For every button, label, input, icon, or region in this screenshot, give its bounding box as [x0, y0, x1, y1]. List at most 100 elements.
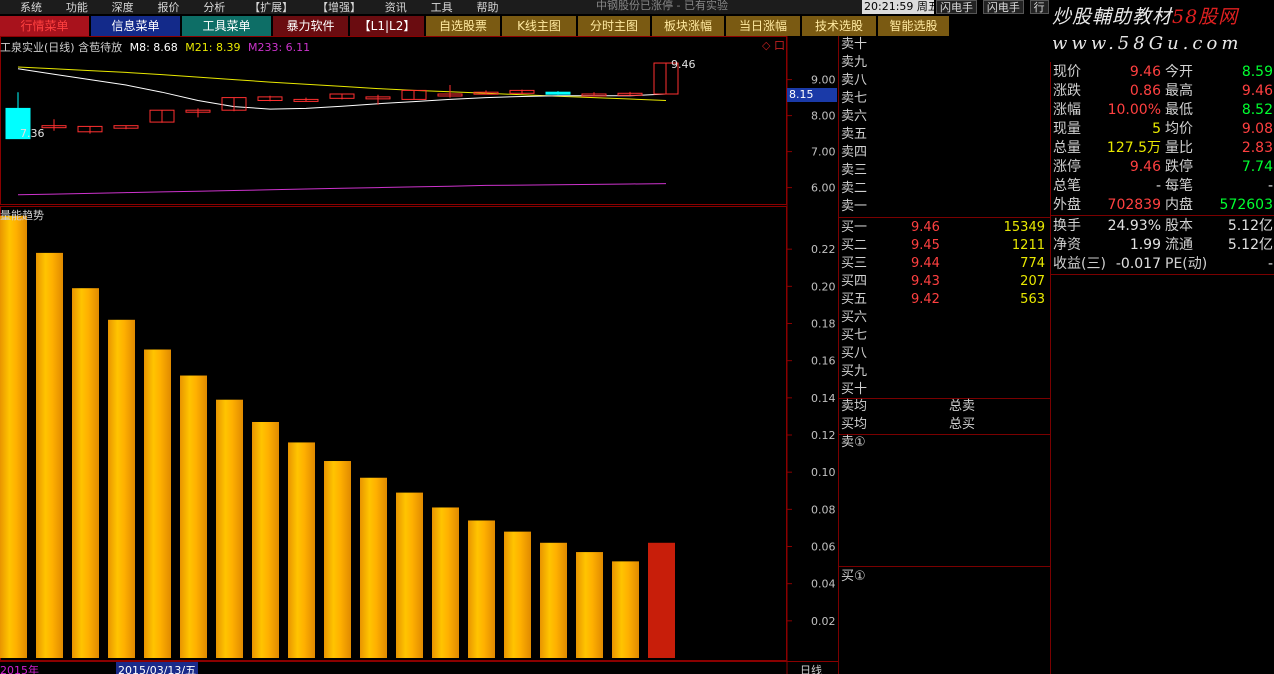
quote-label: 量比: [1165, 140, 1193, 156]
menu-depth[interactable]: 深度: [112, 2, 134, 14]
quote-value: -: [1155, 178, 1161, 194]
more-button[interactable]: 行: [1029, 0, 1049, 14]
kline-and-volume-chart[interactable]: 6.00 7.00 8.00 9.00 0.02 0.04 0.06 0.08 0.10 0.12…: [0, 36, 838, 674]
toolbar-button-1[interactable]: 信息菜单: [91, 16, 181, 36]
buy-level-row[interactable]: 买四 9.43 207: [839, 273, 1051, 291]
sell-level-row[interactable]: 卖一: [839, 198, 1051, 216]
volume-trend-bar: [648, 542, 675, 658]
menu-analysis[interactable]: 分析: [203, 2, 225, 14]
menu-help[interactable]: 帮助: [476, 2, 498, 14]
sell-queue-row[interactable]: 卖①: [839, 434, 1051, 452]
low-price-label: 7.36: [20, 127, 45, 140]
flash-trade-button-1[interactable]: 闪电手: [936, 0, 977, 14]
volume-axis-tick-label: 0.04: [811, 578, 836, 591]
quote-value: -: [1267, 256, 1273, 272]
menu-tools[interactable]: 工具: [431, 2, 453, 14]
quote-label: 涨跌: [1053, 83, 1081, 99]
quote-label: 最低: [1165, 102, 1193, 118]
sell-level-row[interactable]: 卖八: [839, 72, 1051, 90]
order-level-label: 买二: [841, 238, 868, 253]
quote-row: 外盘 702839 内盘 572603: [1051, 196, 1274, 215]
flash-trade-button-2[interactable]: 闪电手: [982, 0, 1024, 14]
sell-level-row[interactable]: 卖三: [839, 162, 1051, 180]
buy-level-row[interactable]: 买七: [839, 327, 1051, 345]
order-volume: 563: [1020, 292, 1045, 307]
window-title: 中钢股份已涨停 - 已有实验: [596, 0, 728, 12]
sell-level-row[interactable]: 卖四: [839, 144, 1051, 162]
ma233-label: M233: 6.11: [247, 41, 311, 54]
toolbar-button-9[interactable]: 当日涨幅: [726, 16, 801, 36]
volume-trend-bar: [288, 442, 315, 658]
toolbar-button-2[interactable]: 工具菜单: [182, 16, 272, 36]
quote-label: 涨幅: [1053, 102, 1081, 118]
period-label[interactable]: 日线: [800, 662, 822, 674]
buy-queue-row[interactable]: 买①: [839, 568, 1051, 586]
buy-level-row[interactable]: 买九: [839, 363, 1051, 381]
order-level-label: 卖七: [841, 91, 868, 106]
sell-level-row[interactable]: 卖六: [839, 108, 1051, 126]
panel-icons[interactable]: ◇ 口: [762, 37, 785, 53]
toolbar-button-10[interactable]: 技术选股: [802, 16, 877, 36]
menu-extend[interactable]: 【扩展】: [249, 2, 293, 14]
sell-level-row[interactable]: 卖二: [839, 180, 1051, 198]
top-right-buttons: 闪电手 闪电手 行: [936, 0, 1051, 14]
toolbar-button-0[interactable]: 行情菜单: [0, 16, 90, 36]
quote-value: 9.46: [1241, 83, 1273, 99]
quote-label: 总笔: [1053, 178, 1081, 194]
price-axis-tick-label: 6.00: [811, 182, 836, 195]
buy-level-row[interactable]: 买八: [839, 345, 1051, 363]
sell-level-row[interactable]: 卖九: [839, 54, 1051, 72]
sell-level-row[interactable]: 卖七: [839, 90, 1051, 108]
toolbar-button-5[interactable]: 自选股票: [426, 16, 501, 36]
menu-enhance[interactable]: 【增强】: [317, 2, 361, 14]
buy-queue-label: 买①: [841, 569, 866, 584]
volume-trend-bar: [468, 520, 495, 658]
order-level-label: 买均: [841, 417, 868, 432]
quote-label: 每笔: [1165, 178, 1193, 194]
menu-news[interactable]: 资讯: [385, 2, 407, 14]
volume-axis-tick-label: 0.08: [811, 503, 836, 516]
buy-level-row[interactable]: 买六: [839, 309, 1051, 327]
toolbar-button-6[interactable]: K线主图: [502, 16, 577, 36]
order-volume: 207: [1020, 274, 1045, 289]
quote-value: 9.46: [1129, 64, 1161, 80]
buy-level-row[interactable]: 买五 9.42 563: [839, 291, 1051, 309]
buy-level-row[interactable]: 买十: [839, 381, 1051, 399]
quote-divider: [1051, 274, 1274, 275]
sell-level-row[interactable]: 卖十: [839, 36, 1051, 54]
menu-system[interactable]: 系统: [20, 2, 42, 14]
quote-row: 涨停 9.46 跌停 7.74: [1051, 158, 1274, 177]
quote-value: 5.12亿: [1227, 237, 1273, 253]
toolbar-button-4[interactable]: 【L1|L2】: [350, 16, 425, 36]
quote-row: 收益(三) -0.017 PE(动) -: [1051, 255, 1274, 274]
order-level-label: 卖十: [841, 37, 868, 52]
quote-value: 10.00%: [1107, 102, 1161, 118]
volume-trend-bar: [612, 561, 639, 658]
toolbar-button-7[interactable]: 分时主图: [578, 16, 651, 36]
quote-label: 跌停: [1165, 159, 1193, 175]
chart-area[interactable]: 6.00 7.00 8.00 9.00 0.02 0.04 0.06 0.08 0.10 0.12…: [0, 36, 838, 674]
order-level-label: 买一: [841, 220, 868, 235]
order-level-label: 买五: [841, 292, 868, 307]
menu-quote[interactable]: 报价: [157, 2, 179, 14]
toolbar-button-3[interactable]: 暴力软件: [273, 16, 349, 36]
order-book-divider: [839, 217, 1051, 218]
main-panel-frame: [0, 36, 787, 205]
toolbar-button-8[interactable]: 板块涨幅: [652, 16, 725, 36]
toolbar-button-11[interactable]: 智能选股: [878, 16, 950, 36]
buy-level-row[interactable]: 买二 9.45 1211: [839, 237, 1051, 255]
order-level-label: 卖六: [841, 109, 868, 124]
buy-level-row[interactable]: 买三 9.44 774: [839, 255, 1051, 273]
price-axis-tick-label: 9.00: [811, 74, 836, 87]
quote-label: 涨停: [1053, 159, 1081, 175]
quote-value: 572603: [1219, 197, 1273, 213]
order-level-label: 卖九: [841, 55, 868, 70]
quote-value: 1.99: [1129, 237, 1161, 253]
order-average-row[interactable]: 卖均 总卖: [839, 398, 1051, 416]
menu-function[interactable]: 功能: [66, 2, 88, 14]
order-average-row[interactable]: 买均 总买: [839, 416, 1051, 434]
sell-level-row[interactable]: 卖五: [839, 126, 1051, 144]
buy-level-row[interactable]: 买一 9.46 15349: [839, 219, 1051, 237]
volume-trend-bar: [0, 215, 27, 658]
order-price: 9.45: [911, 238, 940, 253]
